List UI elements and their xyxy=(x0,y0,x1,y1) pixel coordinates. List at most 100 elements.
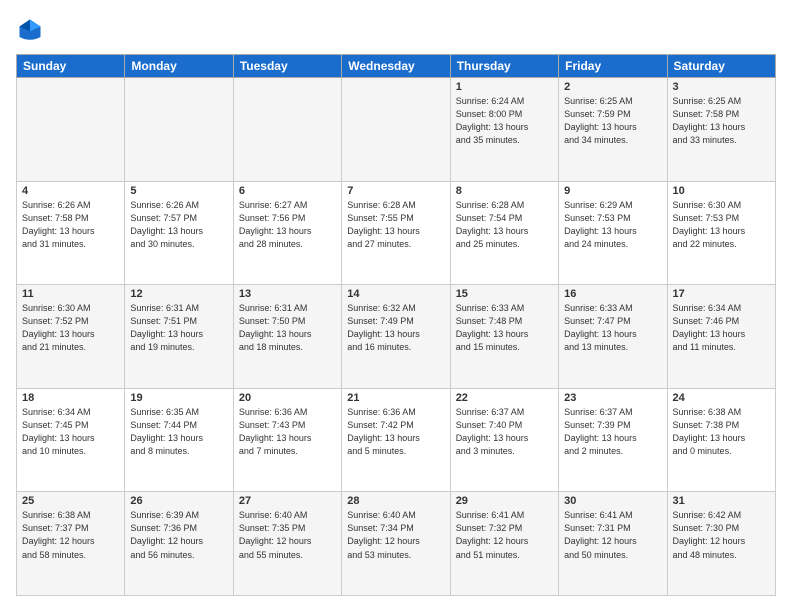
logo-icon xyxy=(16,16,44,44)
calendar-cell: 7 Sunrise: 6:28 AM Sunset: 7:55 PM Daylig… xyxy=(342,181,450,285)
day-info: Sunrise: 6:30 AM Sunset: 7:53 PM Dayligh… xyxy=(673,199,770,251)
calendar-cell: 14Sunrise: 6:32 AM Sunset: 7:49 PM Dayli… xyxy=(342,285,450,389)
day-info: Sunrise: 6:37 AM Sunset: 7:40 PM Dayligh… xyxy=(456,406,553,458)
day-info: Sunrise: 6:34 AM Sunset: 7:46 PM Dayligh… xyxy=(673,302,770,354)
day-info: Sunrise: 6:25 AM Sunset: 7:58 PM Dayligh… xyxy=(673,95,770,147)
day-info: Sunrise: 6:30 AM Sunset: 7:52 PM Dayligh… xyxy=(22,302,119,354)
day-info: Sunrise: 6:35 AM Sunset: 7:44 PM Dayligh… xyxy=(130,406,227,458)
day-number: 7 xyxy=(347,185,444,197)
calendar-cell: 26 Sunrise: 6:39 AM Sunset: 7:36 PM Dayli… xyxy=(125,492,233,596)
calendar-cell xyxy=(233,78,341,182)
day-number: 16 xyxy=(564,288,661,300)
calendar-week-row: 1 Sunrise: 6:24 AM Sunset: 8:00 PM Daylig… xyxy=(17,78,776,182)
day-number: 3 xyxy=(673,81,770,93)
day-info: Sunrise: 6:36 AM Sunset: 7:43 PM Dayligh… xyxy=(239,406,336,458)
day-number: 12 xyxy=(130,288,227,300)
calendar-cell: 22 Sunrise: 6:37 AM Sunset: 7:40 PM Dayli… xyxy=(450,388,558,492)
calendar-cell xyxy=(342,78,450,182)
day-info: Sunrise: 6:36 AM Sunset: 7:42 PM Dayligh… xyxy=(347,406,444,458)
weekday-header: Friday xyxy=(559,55,667,78)
calendar-cell: 24 Sunrise: 6:38 AM Sunset: 7:38 PM Dayli… xyxy=(667,388,775,492)
calendar-cell: 1 Sunrise: 6:24 AM Sunset: 8:00 PM Daylig… xyxy=(450,78,558,182)
calendar-cell: 6 Sunrise: 6:27 AM Sunset: 7:56 PM Daylig… xyxy=(233,181,341,285)
day-number: 30 xyxy=(564,495,661,507)
day-number: 28 xyxy=(347,495,444,507)
day-number: 17 xyxy=(673,288,770,300)
day-info: Sunrise: 6:33 AM Sunset: 7:47 PM Dayligh… xyxy=(564,302,661,354)
day-number: 23 xyxy=(564,392,661,404)
calendar-cell: 9Sunrise: 6:29 AM Sunset: 7:53 PM Daylig… xyxy=(559,181,667,285)
calendar-week-row: 18 Sunrise: 6:34 AM Sunset: 7:45 PM Dayli… xyxy=(17,388,776,492)
day-number: 24 xyxy=(673,392,770,404)
day-info: Sunrise: 6:41 AM Sunset: 7:31 PM Dayligh… xyxy=(564,509,661,561)
day-info: Sunrise: 6:26 AM Sunset: 7:57 PM Dayligh… xyxy=(130,199,227,251)
calendar-cell: 19 Sunrise: 6:35 AM Sunset: 7:44 PM Dayli… xyxy=(125,388,233,492)
header xyxy=(16,16,776,44)
calendar-cell: 21 Sunrise: 6:36 AM Sunset: 7:42 PM Dayli… xyxy=(342,388,450,492)
calendar-cell: 28Sunrise: 6:40 AM Sunset: 7:34 PM Dayli… xyxy=(342,492,450,596)
day-number: 26 xyxy=(130,495,227,507)
day-info: Sunrise: 6:39 AM Sunset: 7:36 PM Dayligh… xyxy=(130,509,227,561)
day-number: 22 xyxy=(456,392,553,404)
calendar-cell: 23 Sunrise: 6:37 AM Sunset: 7:39 PM Dayli… xyxy=(559,388,667,492)
calendar-cell xyxy=(125,78,233,182)
day-info: Sunrise: 6:27 AM Sunset: 7:56 PM Dayligh… xyxy=(239,199,336,251)
calendar-cell: 17 Sunrise: 6:34 AM Sunset: 7:46 PM Dayli… xyxy=(667,285,775,389)
day-info: Sunrise: 6:31 AM Sunset: 7:50 PM Dayligh… xyxy=(239,302,336,354)
day-number: 5 xyxy=(130,185,227,197)
weekday-header: Sunday xyxy=(17,55,125,78)
calendar-cell: 18 Sunrise: 6:34 AM Sunset: 7:45 PM Dayli… xyxy=(17,388,125,492)
page: SundayMondayTuesdayWednesdayThursdayFrid… xyxy=(0,0,792,612)
day-info: Sunrise: 6:34 AM Sunset: 7:45 PM Dayligh… xyxy=(22,406,119,458)
calendar-cell: 29 Sunrise: 6:41 AM Sunset: 7:32 PM Dayli… xyxy=(450,492,558,596)
day-number: 10 xyxy=(673,185,770,197)
day-info: Sunrise: 6:37 AM Sunset: 7:39 PM Dayligh… xyxy=(564,406,661,458)
weekday-header: Wednesday xyxy=(342,55,450,78)
calendar-cell: 20 Sunrise: 6:36 AM Sunset: 7:43 PM Dayli… xyxy=(233,388,341,492)
day-info: Sunrise: 6:42 AM Sunset: 7:30 PM Dayligh… xyxy=(673,509,770,561)
calendar-week-row: 11 Sunrise: 6:30 AM Sunset: 7:52 PM Dayli… xyxy=(17,285,776,389)
day-number: 29 xyxy=(456,495,553,507)
calendar-cell: 2 Sunrise: 6:25 AM Sunset: 7:59 PM Daylig… xyxy=(559,78,667,182)
calendar-cell: 27 Sunrise: 6:40 AM Sunset: 7:35 PM Dayli… xyxy=(233,492,341,596)
day-number: 27 xyxy=(239,495,336,507)
day-info: Sunrise: 6:28 AM Sunset: 7:54 PM Dayligh… xyxy=(456,199,553,251)
day-number: 31 xyxy=(673,495,770,507)
day-number: 15 xyxy=(456,288,553,300)
day-info: Sunrise: 6:40 AM Sunset: 7:35 PM Dayligh… xyxy=(239,509,336,561)
weekday-header: Saturday xyxy=(667,55,775,78)
calendar-cell: 16 Sunrise: 6:33 AM Sunset: 7:47 PM Dayli… xyxy=(559,285,667,389)
weekday-header: Monday xyxy=(125,55,233,78)
calendar-cell: 8 Sunrise: 6:28 AM Sunset: 7:54 PM Daylig… xyxy=(450,181,558,285)
day-number: 18 xyxy=(22,392,119,404)
calendar-cell: 30 Sunrise: 6:41 AM Sunset: 7:31 PM Dayli… xyxy=(559,492,667,596)
weekday-header: Thursday xyxy=(450,55,558,78)
calendar-cell: 4Sunrise: 6:26 AM Sunset: 7:58 PM Daylig… xyxy=(17,181,125,285)
calendar-cell: 13 Sunrise: 6:31 AM Sunset: 7:50 PM Dayli… xyxy=(233,285,341,389)
day-info: Sunrise: 6:38 AM Sunset: 7:37 PM Dayligh… xyxy=(22,509,119,561)
calendar-cell: 12Sunrise: 6:31 AM Sunset: 7:51 PM Dayli… xyxy=(125,285,233,389)
day-info: Sunrise: 6:38 AM Sunset: 7:38 PM Dayligh… xyxy=(673,406,770,458)
day-info: Sunrise: 6:41 AM Sunset: 7:32 PM Dayligh… xyxy=(456,509,553,561)
day-number: 19 xyxy=(130,392,227,404)
day-info: Sunrise: 6:25 AM Sunset: 7:59 PM Dayligh… xyxy=(564,95,661,147)
day-info: Sunrise: 6:28 AM Sunset: 7:55 PM Dayligh… xyxy=(347,199,444,251)
day-number: 11 xyxy=(22,288,119,300)
logo xyxy=(16,16,50,44)
day-number: 1 xyxy=(456,81,553,93)
calendar-cell: 11 Sunrise: 6:30 AM Sunset: 7:52 PM Dayli… xyxy=(17,285,125,389)
day-info: Sunrise: 6:29 AM Sunset: 7:53 PM Dayligh… xyxy=(564,199,661,251)
day-info: Sunrise: 6:26 AM Sunset: 7:58 PM Dayligh… xyxy=(22,199,119,251)
day-info: Sunrise: 6:24 AM Sunset: 8:00 PM Dayligh… xyxy=(456,95,553,147)
calendar-table: SundayMondayTuesdayWednesdayThursdayFrid… xyxy=(16,54,776,596)
calendar-cell: 5 Sunrise: 6:26 AM Sunset: 7:57 PM Daylig… xyxy=(125,181,233,285)
day-number: 21 xyxy=(347,392,444,404)
day-number: 20 xyxy=(239,392,336,404)
weekday-header: Tuesday xyxy=(233,55,341,78)
day-number: 2 xyxy=(564,81,661,93)
day-number: 25 xyxy=(22,495,119,507)
day-number: 8 xyxy=(456,185,553,197)
calendar-cell: 25 Sunrise: 6:38 AM Sunset: 7:37 PM Dayli… xyxy=(17,492,125,596)
day-number: 6 xyxy=(239,185,336,197)
day-number: 13 xyxy=(239,288,336,300)
